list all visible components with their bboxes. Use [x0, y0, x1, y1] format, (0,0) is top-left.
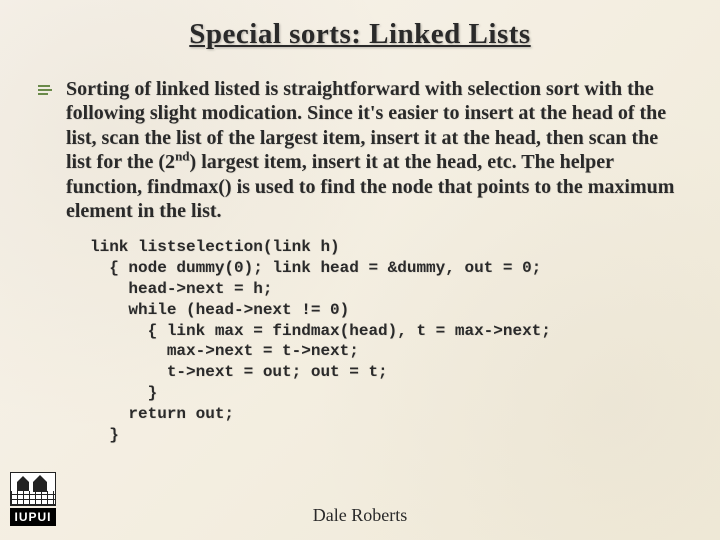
body-text: Sorting of linked listed is straightforw… — [66, 77, 682, 223]
bullet-item: Sorting of linked listed is straightforw… — [38, 77, 682, 223]
footer-author: Dale Roberts — [313, 505, 407, 526]
logo-image — [10, 472, 56, 506]
slide: Special sorts: Linked Lists Sorting of l… — [0, 0, 720, 540]
iupui-logo: IUPUI — [10, 472, 58, 530]
logo-text: IUPUI — [10, 508, 56, 526]
bullet-icon — [38, 83, 58, 97]
slide-title: Special sorts: Linked Lists — [38, 18, 682, 51]
code-block: link listselection(link h) { node dummy(… — [90, 237, 682, 445]
